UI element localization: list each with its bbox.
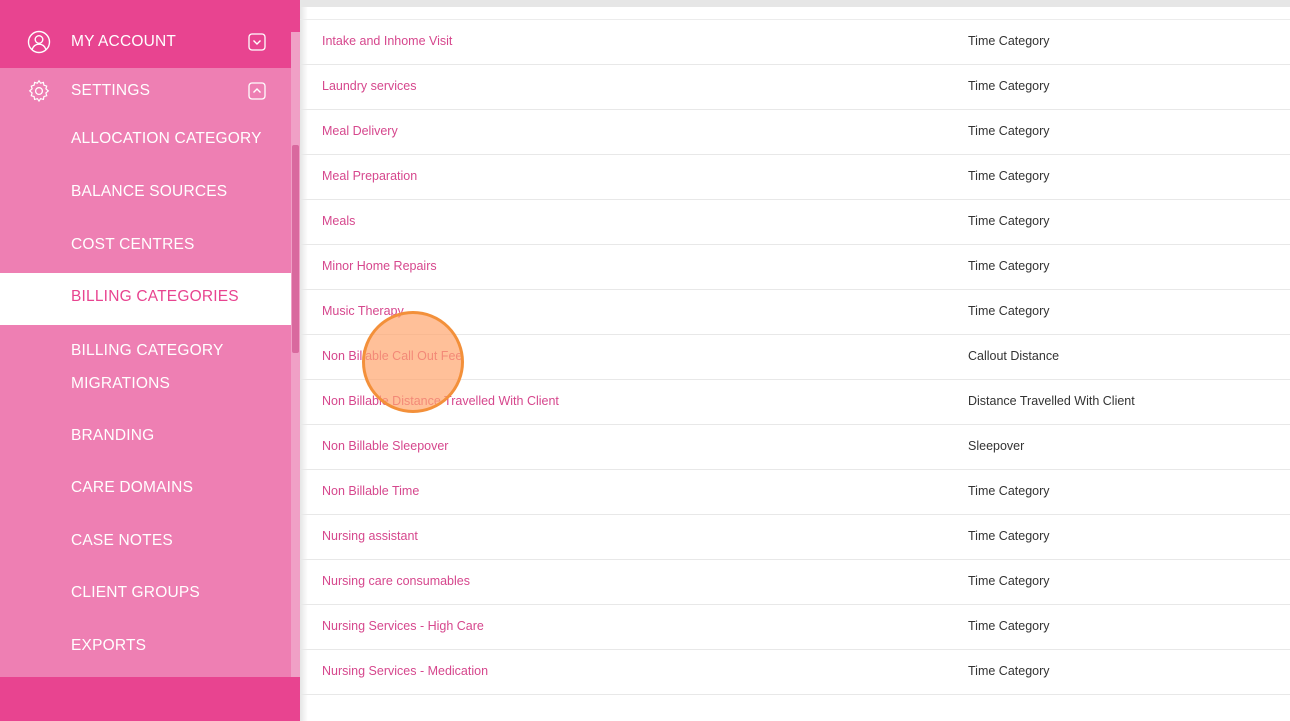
table-row: Meal Delivery Time Category	[300, 110, 1290, 155]
billing-category-type: Time Category	[968, 169, 1050, 183]
table-row: Nursing care consumables Time Category	[300, 560, 1290, 605]
billing-category-type: Distance Travelled With Client	[968, 394, 1135, 408]
billing-category-type: Time Category	[968, 664, 1050, 678]
billing-category-type: Time Category	[968, 79, 1050, 93]
sidebar: MY ACCOUNT SETTINGS ALLOCATION CATEGORY …	[0, 0, 300, 721]
billing-category-link[interactable]: Non Billable Distance Travelled With Cli…	[322, 394, 559, 408]
settings-toggle[interactable]: SETTINGS	[0, 67, 291, 115]
billing-category-link[interactable]: Meal Preparation	[322, 169, 417, 183]
billing-category-type: Time Category	[968, 619, 1050, 633]
billing-category-link[interactable]: Music Therapy	[322, 304, 404, 318]
chevron-down-icon[interactable]	[248, 33, 266, 51]
gear-icon	[28, 79, 50, 103]
table-row: Non Billable Time Time Category	[300, 470, 1290, 515]
my-account-toggle[interactable]: MY ACCOUNT	[0, 18, 291, 66]
sidebar-footer	[0, 677, 300, 721]
table-row: Nursing assistant Time Category	[300, 515, 1290, 560]
billing-category-link[interactable]: Nursing assistant	[322, 529, 418, 543]
billing-category-type: Time Category	[968, 34, 1050, 48]
billing-category-link[interactable]: Non Billable Sleepover	[322, 439, 448, 453]
billing-category-type: Time Category	[968, 304, 1050, 318]
sidebar-item-case-notes[interactable]: CASE NOTES	[0, 532, 291, 554]
sidebar-item-balance-sources[interactable]: BALANCE SOURCES	[0, 183, 291, 205]
billing-category-type: Time Category	[968, 259, 1050, 273]
sidebar-item-care-domains[interactable]: CARE DOMAINS	[0, 479, 291, 501]
billing-category-type: Sleepover	[968, 439, 1025, 453]
billing-category-link[interactable]: Nursing Services - Medication	[322, 664, 488, 678]
main-content: Intake and Inhome Visit Time Category La…	[300, 0, 1290, 721]
sidebar-item-allocation-category[interactable]: ALLOCATION CATEGORY	[0, 130, 291, 152]
billing-category-link[interactable]: Meals	[322, 214, 355, 228]
billing-category-link[interactable]: Non Billable Call Out Fee	[322, 349, 462, 363]
billing-category-type: Time Category	[968, 484, 1050, 498]
table-row: Meals Time Category	[300, 200, 1290, 245]
table-row: Music Therapy Time Category	[300, 290, 1290, 335]
my-account-label: MY ACCOUNT	[71, 33, 177, 50]
billing-category-type: Callout Distance	[968, 349, 1060, 363]
billing-category-type: Time Category	[968, 529, 1050, 543]
sidebar-item-client-groups[interactable]: CLIENT GROUPS	[0, 584, 291, 606]
billing-category-type: Time Category	[968, 124, 1050, 138]
sidebar-item-billing-categories[interactable]: BILLING CATEGORIES	[0, 273, 291, 325]
billing-category-link[interactable]: Intake and Inhome Visit	[322, 34, 452, 48]
user-circle-icon	[27, 30, 51, 54]
billing-category-link[interactable]: Meal Delivery	[322, 124, 398, 138]
billing-category-link[interactable]: Nursing Services - High Care	[322, 619, 484, 633]
sidebar-item-exports[interactable]: EXPORTS	[0, 637, 291, 659]
billing-category-link[interactable]: Laundry services	[322, 79, 417, 93]
table-row: Non Billable Sleepover Sleepover	[300, 425, 1290, 470]
top-scroll-strip	[300, 0, 1290, 7]
sidebar-item-cost-centres[interactable]: COST CENTRES	[0, 236, 291, 258]
table-row: Non Billable Call Out Fee Callout Distan…	[300, 335, 1290, 380]
table-row: Meal Preparation Time Category	[300, 155, 1290, 200]
billing-category-type: Time Category	[968, 214, 1050, 228]
chevron-up-icon[interactable]	[248, 82, 266, 100]
billing-category-link[interactable]: Non Billable Time	[322, 484, 419, 498]
table-row: Non Billable Distance Travelled With Cli…	[300, 380, 1290, 425]
table-row: Minor Home Repairs Time Category	[300, 245, 1290, 290]
sidebar-item-billing-category-migrations[interactable]: BILLING CATEGORY MIGRATIONS	[0, 334, 291, 400]
sidebar-scrollbar-thumb[interactable]	[292, 145, 299, 353]
sidebar-scrollbar-track[interactable]	[291, 32, 300, 677]
table-row: Laundry services Time Category	[300, 65, 1290, 110]
settings-label: SETTINGS	[71, 82, 151, 99]
billing-category-link[interactable]: Minor Home Repairs	[322, 259, 437, 273]
billing-category-link[interactable]: Nursing care consumables	[322, 574, 470, 588]
billing-category-type: Time Category	[968, 574, 1050, 588]
table-row: Intake and Inhome Visit Time Category	[300, 20, 1290, 65]
table-row: Nursing Services - High Care Time Catego…	[300, 605, 1290, 650]
sidebar-item-branding[interactable]: BRANDING	[0, 427, 291, 449]
table-row: Nursing Services - Medication Time Categ…	[300, 650, 1290, 695]
